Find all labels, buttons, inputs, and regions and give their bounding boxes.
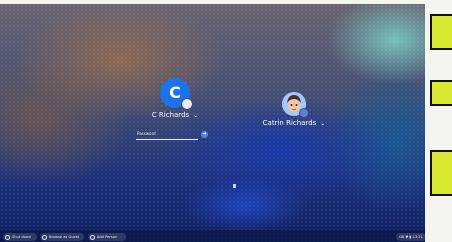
avatar[interactable]: C xyxy=(160,78,193,110)
login-screen: C C Richards ⌄ Password ➜ Catrin Richard… xyxy=(0,0,452,242)
chevron-down-icon[interactable]: ⌄ xyxy=(320,120,325,127)
profile-c-richards[interactable]: C C Richards ⌄ xyxy=(150,78,200,119)
password-input[interactable]: Password xyxy=(136,128,198,140)
chevron-down-icon[interactable]: ⌄ xyxy=(193,112,198,119)
screen-bezel-top xyxy=(0,0,452,4)
profile-name: Catrin Richards xyxy=(262,119,317,127)
sticky-note xyxy=(430,80,452,106)
add-person-icon xyxy=(90,234,95,240)
screen-texture xyxy=(0,0,452,242)
profile-name-row[interactable]: C Richards ⌄ xyxy=(150,111,200,119)
shut-down-button[interactable]: Shut down xyxy=(3,233,37,241)
avatar[interactable] xyxy=(282,92,309,118)
account-badge-icon xyxy=(181,98,193,110)
profile-catrin-richards[interactable]: Catrin Richards ⌄ xyxy=(262,92,326,127)
mouse-cursor xyxy=(233,184,236,188)
add-person-button[interactable]: Add Person xyxy=(88,233,126,241)
status-tray[interactable]: GB ▼ ▮ 13:21 xyxy=(396,233,426,241)
browse-as-guest-button[interactable]: Browse as Guest xyxy=(40,233,84,241)
sticky-note xyxy=(430,150,452,196)
power-icon xyxy=(5,234,10,240)
account-badge-icon xyxy=(299,108,309,118)
shut-down-label: Shut down xyxy=(12,235,32,239)
profile-name-row[interactable]: Catrin Richards ⌄ xyxy=(262,119,326,127)
add-person-label: Add Person xyxy=(97,235,118,239)
sticky-note xyxy=(430,14,452,50)
guest-icon xyxy=(42,234,47,240)
profile-name: C Richards xyxy=(151,111,190,119)
browse-as-guest-label: Browse as Guest xyxy=(49,235,79,239)
submit-arrow-icon[interactable]: ➜ xyxy=(201,131,208,138)
